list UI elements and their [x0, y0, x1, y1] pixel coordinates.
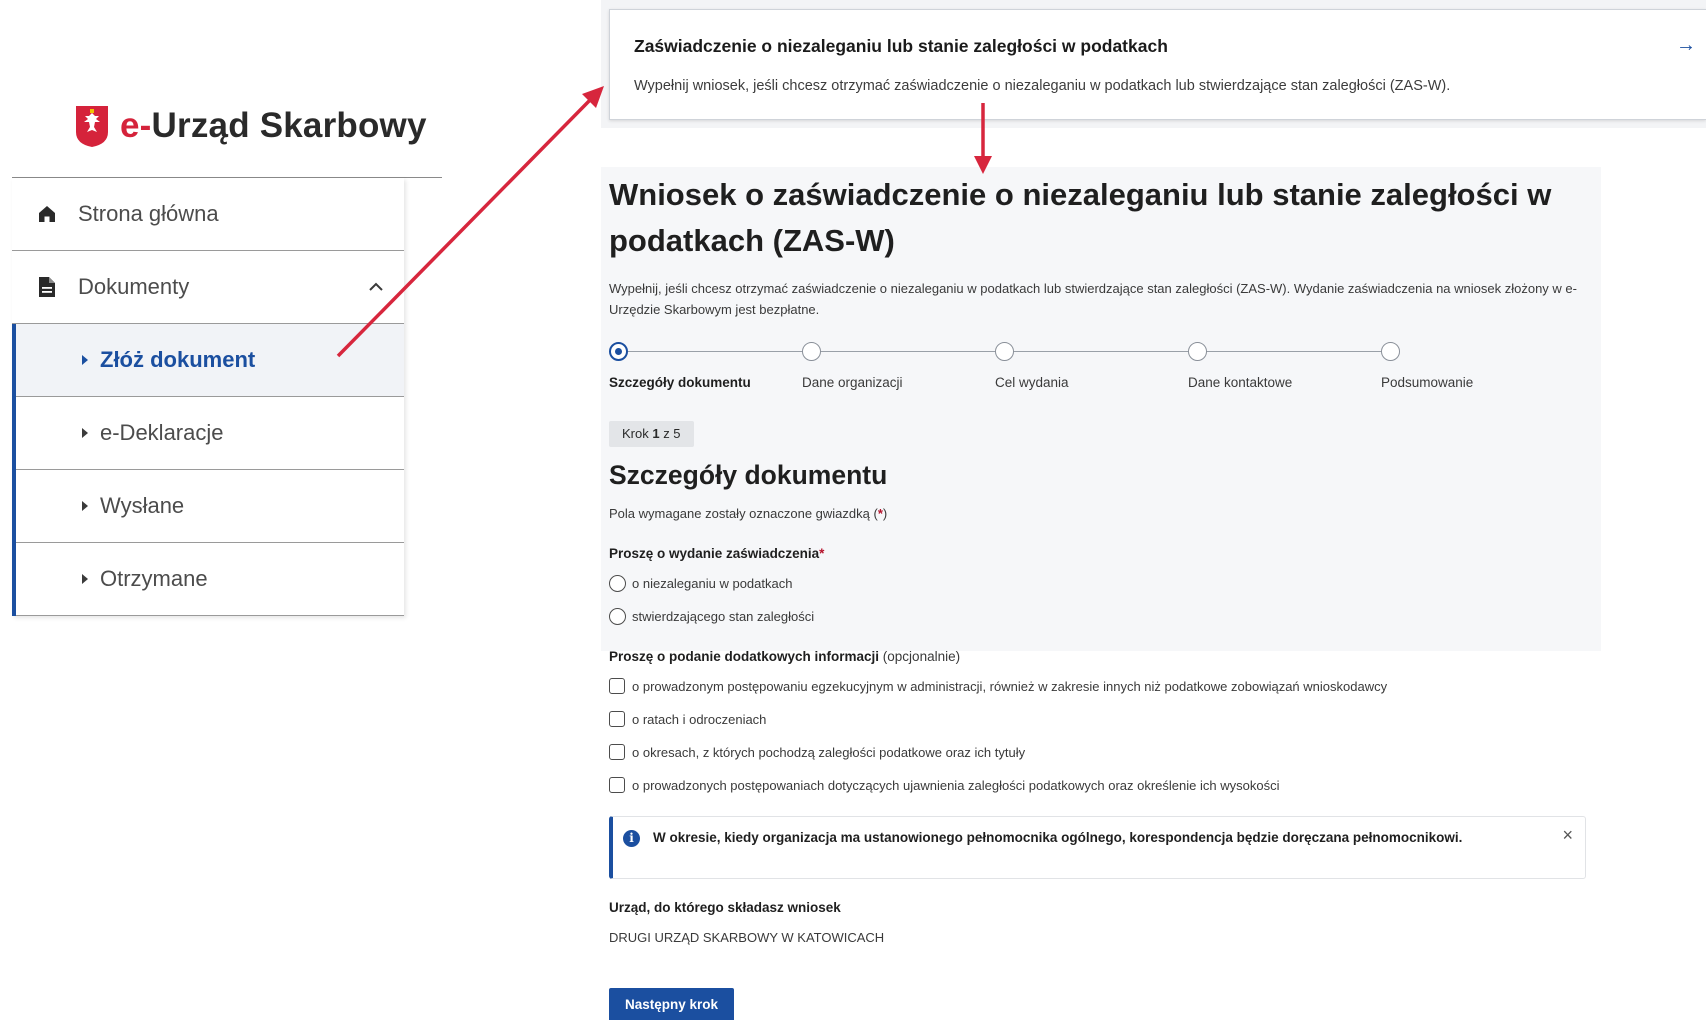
info-alert: i W okresie, kiedy organizacja ma ustano…	[609, 816, 1586, 879]
section-title: Szczegóły dokumentu	[609, 460, 888, 490]
chevron-up-icon[interactable]	[366, 277, 386, 297]
step-label: Dane kontaktowe	[1188, 375, 1293, 390]
step-label: Szczegóły dokumentu	[609, 375, 751, 390]
arrow-right-icon[interactable]: →	[1676, 34, 1696, 57]
sidebar-item-home[interactable]: Strona główna	[12, 178, 404, 251]
step-label: Dane organizacji	[802, 375, 903, 390]
additional-info-question-label: Proszę o podanie dodatkowych informacji …	[609, 649, 961, 664]
sidebar-item-submit-document[interactable]: Złóż dokument	[16, 324, 404, 397]
close-icon[interactable]: ×	[1562, 825, 1573, 846]
step-indicator-current	[609, 342, 628, 361]
checkbox[interactable]	[609, 744, 625, 760]
sidebar-item-label: Otrzymane	[100, 566, 208, 591]
step-indicator	[1188, 342, 1207, 361]
step-counter-badge: Krok 1 z 5	[609, 421, 694, 447]
sidebar: Strona główna Dokumenty Złóż dokument e-…	[12, 178, 404, 616]
tax-office-value: DRUGI URZĄD SKARBOWY W KATOWICACH	[609, 930, 885, 945]
sidebar-submenu: Złóż dokument e-Deklaracje Wysłane Otrzy…	[12, 324, 404, 616]
checkbox[interactable]	[609, 678, 625, 694]
radio-option-arrears-status[interactable]: stwierdzającego stan zaległości	[609, 608, 814, 625]
step-indicator	[995, 342, 1014, 361]
step-indicator	[1381, 342, 1400, 361]
required-fields-note: Pola wymagane zostały oznaczone gwiazdką…	[609, 506, 888, 521]
sidebar-item-e-declarations[interactable]: e-Deklaracje	[16, 397, 404, 470]
sidebar-item-label: Złóż dokument	[100, 347, 256, 372]
next-step-button[interactable]: Następny krok	[609, 988, 734, 1020]
document-card-zas-w[interactable]: Zaświadczenie o niezaleganiu lub stanie …	[609, 9, 1706, 120]
step-label: Podsumowanie	[1381, 375, 1474, 390]
checkbox[interactable]	[609, 777, 625, 793]
checkbox-option-proceedings[interactable]: o prowadzonych postępowaniach dotyczącyc…	[609, 777, 1279, 793]
sidebar-item-label: Strona główna	[78, 201, 219, 226]
eagle-emblem-icon	[76, 106, 108, 147]
checkbox-option-installments[interactable]: o ratach i odroczeniach	[609, 711, 766, 727]
sidebar-item-label: Dokumenty	[78, 274, 190, 299]
sidebar-item-received[interactable]: Otrzymane	[16, 543, 404, 616]
caret-right-icon	[82, 574, 88, 584]
info-icon: i	[623, 830, 640, 847]
checkbox[interactable]	[609, 711, 625, 727]
caret-right-icon	[82, 428, 88, 438]
radio-button[interactable]	[609, 575, 626, 592]
checkbox-option-periods[interactable]: o okresach, z których pochodzą zaległośc…	[609, 744, 1025, 760]
radio-option-no-arrears[interactable]: o niezaleganiu w podatkach	[609, 575, 792, 592]
sidebar-item-sent[interactable]: Wysłane	[16, 470, 404, 543]
tax-office-label: Urząd, do którego składasz wniosek	[609, 900, 841, 915]
page-lead: Wypełnij, jeśli chcesz otrzymać zaświadc…	[609, 281, 1577, 317]
sidebar-item-documents[interactable]: Dokumenty	[12, 251, 404, 324]
checkbox-option-enforcement[interactable]: o prowadzonym postępowaniu egzekucyjnym …	[609, 678, 1387, 694]
caret-right-icon	[82, 355, 88, 365]
document-icon	[36, 276, 58, 298]
home-icon	[36, 203, 58, 225]
alert-text: W okresie, kiedy organizacja ma ustanowi…	[653, 830, 1463, 845]
sidebar-item-label: Wysłane	[100, 493, 185, 518]
step-label: Cel wydania	[995, 375, 1069, 390]
card-description: Wypełnij wniosek, jeśli chcesz otrzymać …	[634, 78, 1451, 94]
page-title: Wniosek o zaświadczenie o niezaleganiu l…	[609, 177, 1552, 258]
certificate-question-label: Proszę o wydanie zaświadczenia*	[609, 546, 825, 561]
step-indicator	[802, 342, 821, 361]
brand-name: e-Urząd Skarbowy	[120, 106, 427, 145]
card-title: Zaświadczenie o niezaleganiu lub stanie …	[634, 36, 1168, 56]
radio-button[interactable]	[609, 608, 626, 625]
brand-logo[interactable]: e-Urząd Skarbowy	[74, 104, 427, 148]
caret-right-icon	[82, 501, 88, 511]
sidebar-item-label: e-Deklaracje	[100, 420, 224, 445]
